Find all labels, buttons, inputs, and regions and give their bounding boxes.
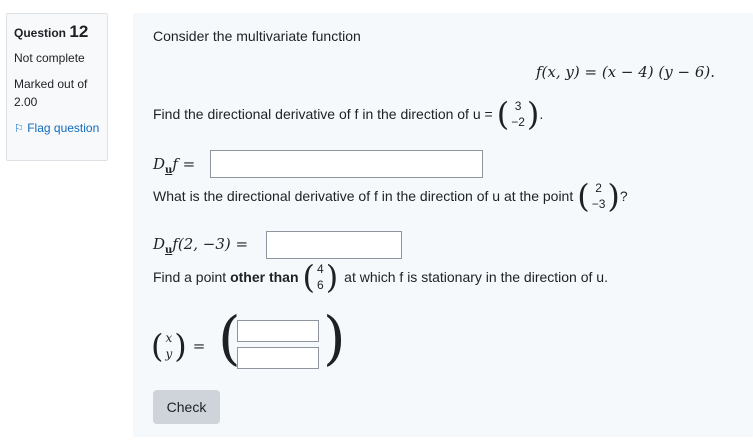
question-label: Question (14, 26, 67, 40)
function-formula: f(x, y) = (x − 4) (y − 6). (536, 63, 716, 81)
part1-line: Find the directional derivative of f in … (153, 98, 543, 130)
other-vector: ( 4 6 ) (302, 258, 339, 296)
flag-icon: ⚐ (14, 123, 24, 135)
deriv-d-2: D (153, 235, 166, 253)
xy-vector: ( x y ) = (151, 327, 206, 365)
question-state: Not complete (14, 51, 85, 65)
part1-text: Find the directional derivative of f in … (153, 106, 493, 122)
part2-line: What is the directional derivative of f … (153, 180, 628, 212)
deriv-d: D (153, 155, 166, 173)
directional-derivative-label: Duf = (153, 155, 195, 176)
answer-vector-close-paren: ) (323, 304, 346, 372)
xy-vector-x: x (165, 331, 173, 345)
xy-vector-y: y (165, 347, 173, 361)
x-coordinate-input[interactable] (237, 320, 319, 342)
question-number: Question 12 (14, 22, 100, 42)
other-vector-bottom: 6 (317, 278, 324, 292)
flag-question-link[interactable]: ⚐ Flag question (14, 119, 100, 138)
flag-label: Flag question (27, 121, 100, 135)
point-vector-bottom: −3 (591, 197, 606, 211)
y-coordinate-input[interactable] (237, 347, 319, 369)
u-vector-top: 3 (514, 99, 522, 113)
directional-derivative-input[interactable] (210, 150, 483, 178)
part3-start: Find a point (153, 269, 227, 285)
question-info-panel: Question 12 Not complete Marked out of 2… (6, 13, 108, 161)
other-vector-top: 4 (317, 262, 324, 276)
point-vector-top: 2 (595, 181, 602, 195)
point-vector: ( 2 −3 ) (577, 177, 620, 215)
part3-line: Find a point other than ( 4 6 ) at which… (153, 261, 608, 293)
intro-text: Consider the multivariate function (153, 28, 361, 44)
derivative-at-point-label: Duf(2, −3) = (153, 235, 248, 256)
u-vector: ( 3 −2 ) . (496, 95, 544, 133)
deriv-point-rest: f(2, −3) = (172, 235, 249, 253)
part2-end: ? (619, 188, 628, 204)
question-grade: Marked out of 2.00 (14, 77, 88, 109)
question-content: Consider the multivariate function f(x, … (133, 13, 753, 437)
part3-end: at which f is stationary in the directio… (344, 269, 608, 285)
part3-bold: other than (230, 269, 299, 285)
xy-equals: = (192, 337, 206, 355)
part2-text: What is the directional derivative of f … (153, 188, 574, 204)
question-number-value: 12 (69, 22, 89, 41)
u-vector-bottom: −2 (511, 115, 525, 129)
derivative-at-point-input[interactable] (266, 231, 402, 259)
check-button[interactable]: Check (153, 390, 220, 424)
deriv-rest: f = (172, 155, 196, 173)
